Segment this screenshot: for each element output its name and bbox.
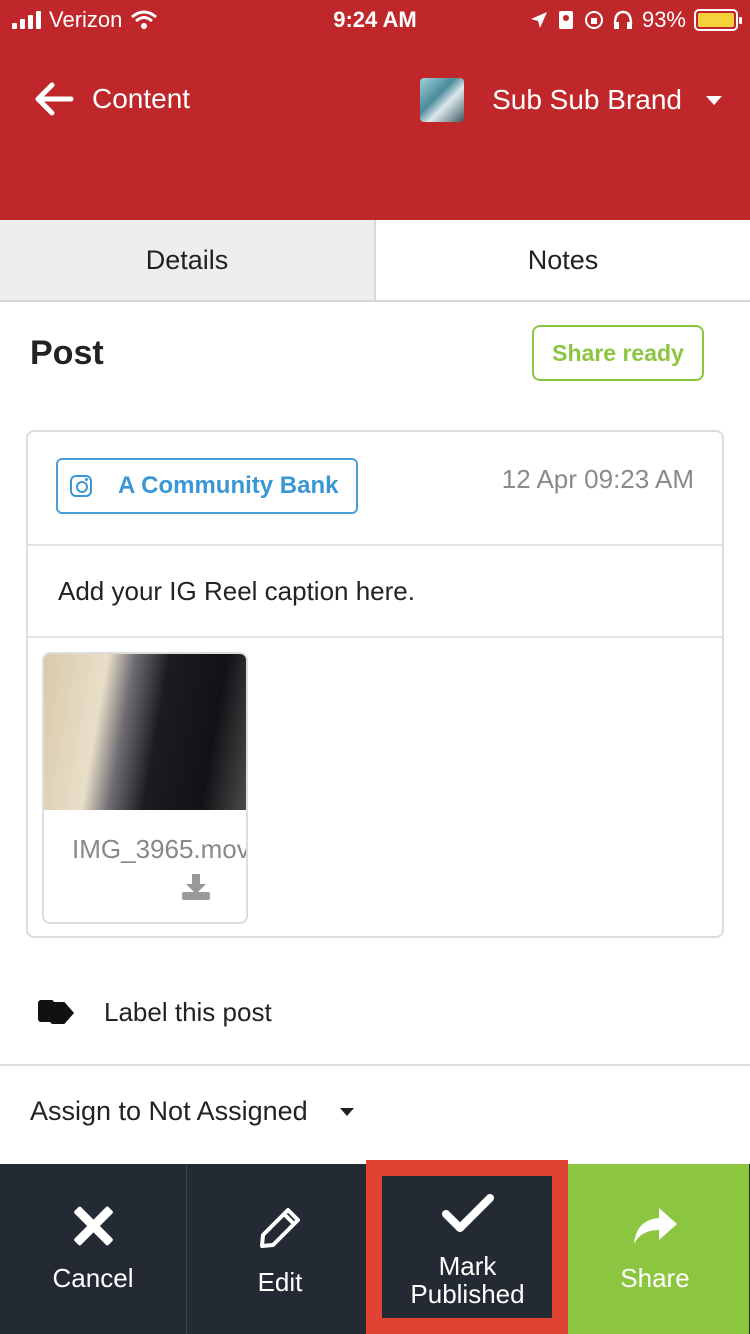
assign-label: Assign to Not Assigned [30, 1096, 308, 1126]
tab-notes[interactable]: Notes [376, 220, 750, 300]
portrait-lock-icon [558, 11, 573, 29]
page-title: Post [30, 334, 104, 372]
divider [0, 1064, 750, 1066]
instagram-icon [70, 475, 92, 497]
battery-percent: 93% [641, 7, 686, 32]
back-arrow-icon [35, 82, 74, 116]
cancel-button[interactable]: Cancel [0, 1164, 187, 1334]
post-caption: Add your IG Reel caption here. [28, 546, 722, 638]
nav-bar: Content Sub Sub Brand [0, 70, 750, 140]
brand-name: Sub Sub Brand [492, 84, 682, 115]
headphones-icon [613, 10, 633, 29]
account-name: A Community Bank [118, 472, 339, 499]
chevron-down-icon [706, 95, 722, 105]
cancel-label: Cancel [52, 1263, 134, 1293]
tags-icon [38, 998, 74, 1026]
media-attachment[interactable]: IMG_3965.mov [42, 652, 248, 924]
tab-bar: Details Notes [0, 220, 750, 302]
location-icon [530, 12, 547, 28]
share-arrow-icon [634, 1208, 677, 1244]
chevron-down-icon [339, 1107, 354, 1116]
brand-avatar [420, 78, 465, 122]
brand-selector[interactable]: Sub Sub Brand [420, 78, 722, 122]
back-button[interactable]: Content [34, 82, 190, 116]
close-icon [73, 1206, 113, 1246]
tab-details[interactable]: Details [0, 220, 376, 300]
app-header: Verizon 9:24 AM 93% Content Sub Sub Bran… [0, 0, 750, 220]
video-thumbnail [44, 654, 246, 810]
label-post-row[interactable]: Label this post [0, 960, 750, 1064]
download-icon[interactable] [182, 874, 210, 900]
attachment-filename: IMG_3965.mov [72, 834, 248, 864]
checkmark-icon [441, 1194, 494, 1232]
account-chip[interactable]: A Community Bank [56, 458, 358, 514]
status-bar: Verizon 9:24 AM 93% [0, 0, 750, 40]
back-label: Content [92, 83, 191, 114]
battery-icon [694, 9, 742, 31]
post-card: A Community Bank 12 Apr 09:23 AM Add you… [26, 430, 724, 938]
share-label: Share [620, 1263, 690, 1293]
assign-dropdown[interactable]: Assign to Not Assigned [30, 1096, 354, 1127]
edit-button[interactable]: Edit [187, 1164, 374, 1334]
pencil-icon [260, 1208, 300, 1248]
action-bar: Cancel Edit Mark Published Share [0, 1164, 750, 1334]
post-timestamp: 12 Apr 09:23 AM [501, 464, 694, 494]
mark-published-button[interactable]: Mark Published [374, 1164, 561, 1334]
share-ready-button[interactable]: Share ready [532, 325, 704, 381]
mark-published-label: Mark Published [410, 1251, 525, 1309]
label-post-text: Label this post [104, 996, 272, 1027]
rotation-lock-icon [584, 11, 603, 29]
share-button[interactable]: Share [561, 1164, 749, 1334]
edit-label: Edit [257, 1267, 303, 1297]
